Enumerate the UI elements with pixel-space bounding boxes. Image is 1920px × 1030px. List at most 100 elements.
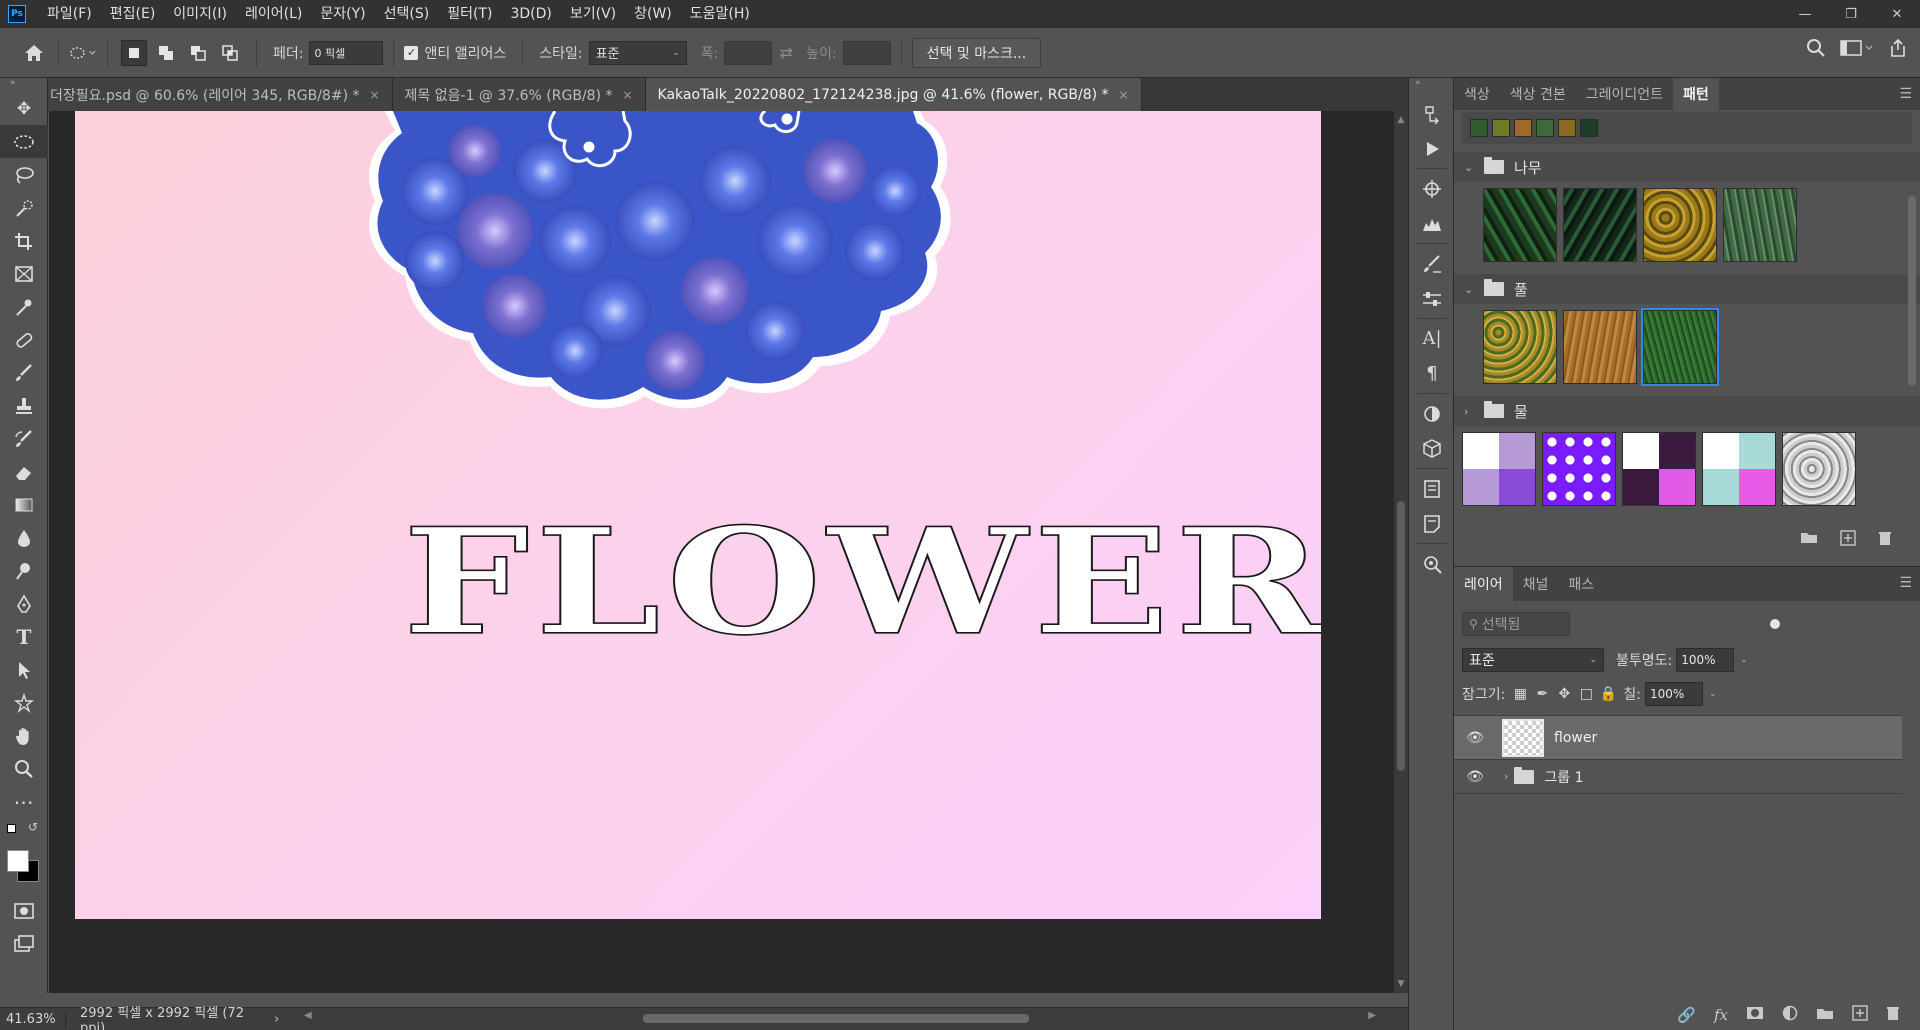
clone-stamp-tool-icon[interactable] — [0, 389, 48, 422]
paragraph-panel-icon[interactable]: ¶ — [1409, 356, 1455, 391]
tab-document-3[interactable]: KakaoTalk_20220802_172124238.jpg @ 41.6%… — [645, 78, 1142, 111]
feather-input[interactable] — [309, 40, 384, 65]
eraser-tool-icon[interactable] — [0, 455, 48, 488]
menu-3d[interactable]: 3D(D) — [501, 0, 560, 28]
eyedropper-tool-icon[interactable] — [0, 290, 48, 323]
pattern-swatch[interactable] — [1702, 432, 1776, 506]
style-select[interactable]: 표준 ⌄ — [588, 40, 687, 65]
scroll-up-icon[interactable]: ▲ — [1394, 115, 1408, 125]
swap-width-height-icon[interactable]: ⇄ — [772, 39, 800, 67]
adjustments-panel-icon[interactable] — [1409, 396, 1455, 431]
tab-channels[interactable]: 채널 — [1513, 567, 1559, 601]
pattern-swatch-selected[interactable] — [1641, 308, 1719, 386]
notes-panel-icon[interactable] — [1409, 506, 1455, 541]
recent-pattern[interactable] — [1580, 119, 1598, 137]
history-panel-icon[interactable] — [1409, 96, 1455, 131]
home-icon[interactable] — [20, 39, 48, 67]
new-layer-icon[interactable] — [1852, 1005, 1868, 1025]
crop-tool-icon[interactable] — [0, 224, 48, 257]
recent-pattern[interactable] — [1536, 119, 1554, 137]
frame-tool-icon[interactable] — [0, 257, 48, 290]
healing-brush-tool-icon[interactable] — [0, 323, 48, 356]
properties-panel-icon[interactable] — [1409, 471, 1455, 506]
tab-patterns[interactable]: 패턴 — [1673, 78, 1719, 110]
quick-selection-tool-icon[interactable] — [0, 191, 48, 224]
swap-colors-icon[interactable]: ↺ — [28, 820, 38, 834]
menu-help[interactable]: 도움말(H) — [681, 0, 759, 28]
tab-paths[interactable]: 패스 — [1558, 567, 1604, 601]
recent-pattern[interactable] — [1514, 119, 1532, 137]
menu-window[interactable]: 창(W) — [625, 0, 681, 28]
chevron-down-icon[interactable]: ⌄ — [1709, 689, 1717, 699]
fill-input[interactable]: 100% — [1644, 682, 1703, 706]
zoom-level[interactable]: 41.63% — [0, 1011, 66, 1027]
menu-filter[interactable]: 필터(T) — [438, 0, 501, 28]
minimize-icon[interactable]: — — [1782, 0, 1828, 28]
scroll-down-icon[interactable]: ▼ — [1394, 979, 1408, 989]
pattern-swatch[interactable] — [1542, 432, 1616, 506]
panel-menu-icon[interactable]: ☰ — [1899, 86, 1912, 102]
pattern-swatch[interactable] — [1462, 432, 1536, 506]
gradient-tool-icon[interactable] — [0, 488, 48, 521]
close-tab-icon[interactable]: × — [622, 88, 632, 102]
width-input[interactable] — [724, 40, 773, 65]
tab-color[interactable]: 색상 — [1454, 78, 1500, 110]
pattern-swatch[interactable] — [1782, 432, 1856, 506]
pattern-swatch[interactable] — [1483, 310, 1557, 384]
add-mask-icon[interactable] — [1746, 1006, 1764, 1024]
menu-select[interactable]: 선택(S) — [375, 0, 439, 28]
patterns-scroll-thumb[interactable] — [1908, 196, 1916, 386]
brush-tool-icon[interactable] — [0, 356, 48, 389]
collapse-toolbar-icon[interactable]: » — [0, 78, 47, 92]
layer-row-group-1[interactable]: 👁 › 그룹 1 — [1454, 760, 1902, 794]
chevron-down-icon[interactable]: ⌄ — [1740, 655, 1748, 665]
add-to-selection-icon[interactable] — [153, 40, 179, 66]
blend-mode-select[interactable]: 표준 ⌄ — [1462, 648, 1604, 672]
menu-view[interactable]: 보기(V) — [561, 0, 625, 28]
document-canvas[interactable]: FLOWER — [75, 111, 1321, 919]
elliptical-marquee-preset-icon[interactable] — [69, 39, 97, 67]
share-icon[interactable] — [1888, 38, 1908, 62]
horizontal-scrollbar[interactable]: ◀ ▶ — [300, 1007, 1380, 1030]
menu-file[interactable]: 파일(F) — [38, 0, 101, 28]
collapse-panels-icon[interactable]: « — [1409, 78, 1453, 96]
canvas-area[interactable]: FLOWER — [49, 111, 1394, 993]
intersect-selection-icon[interactable] — [217, 40, 243, 66]
link-layers-icon[interactable]: 🔗 — [1677, 1006, 1696, 1024]
lock-transparent-pixels-icon[interactable]: ▦ — [1509, 686, 1531, 702]
panel-menu-icon[interactable]: ☰ — [1899, 575, 1912, 591]
hand-tool-icon[interactable] — [0, 719, 48, 752]
lock-position-icon[interactable]: ✥ — [1553, 686, 1575, 702]
vertical-scroll-thumb[interactable] — [1397, 501, 1405, 771]
height-input[interactable] — [842, 40, 891, 65]
new-group-folder-icon[interactable] — [1800, 530, 1818, 550]
layer-filter-select[interactable]: ⚲ 선택됨 — [1462, 612, 1570, 636]
foreground-color-swatch[interactable] — [7, 850, 29, 872]
move-tool-icon[interactable]: ✥ — [0, 92, 48, 125]
patterns-scrollbar[interactable] — [1908, 188, 1916, 508]
scroll-right-icon[interactable]: ▶ — [1368, 1010, 1376, 1021]
tab-gradients[interactable]: 그레이디언트 — [1576, 78, 1673, 110]
pattern-swatch[interactable] — [1563, 310, 1637, 384]
quick-mask-icon[interactable] — [0, 894, 48, 927]
pattern-swatch[interactable] — [1563, 188, 1637, 262]
new-pattern-icon[interactable] — [1840, 530, 1856, 550]
horizontal-scroll-thumb[interactable] — [643, 1014, 1029, 1023]
type-tool-icon[interactable]: T — [0, 620, 48, 653]
adjustment-layer-icon[interactable] — [1782, 1005, 1798, 1025]
status-arrow-icon[interactable]: › — [266, 1012, 279, 1027]
navigator-panel-icon[interactable] — [1409, 171, 1455, 206]
close-window-icon[interactable]: ✕ — [1874, 0, 1920, 28]
restore-icon[interactable]: ❐ — [1828, 0, 1874, 28]
screen-mode-icon[interactable] — [0, 927, 48, 960]
menu-image[interactable]: 이미지(I) — [164, 0, 236, 28]
pattern-group-trees[interactable]: ⌄ 나무 — [1454, 152, 1920, 182]
history-brush-tool-icon[interactable] — [0, 422, 48, 455]
3d-panel-icon[interactable] — [1409, 431, 1455, 466]
pattern-swatch[interactable] — [1723, 188, 1797, 262]
workspace-icon[interactable] — [1840, 38, 1874, 62]
zoom-tool-icon[interactable] — [0, 752, 48, 785]
pattern-group-water[interactable]: › 물 — [1454, 396, 1920, 426]
chevron-right-icon[interactable]: › — [1504, 770, 1508, 783]
lock-all-icon[interactable]: 🔒 — [1597, 686, 1619, 702]
